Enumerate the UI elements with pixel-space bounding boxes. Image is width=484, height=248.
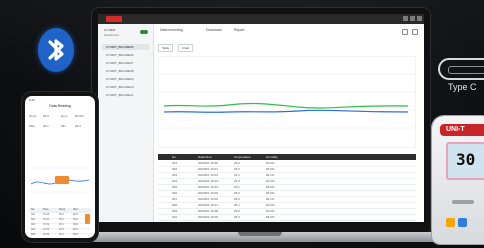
tab-table[interactable]: Table (158, 44, 174, 52)
table-cell: 60.0% (266, 220, 275, 222)
download-button[interactable]: Download (206, 28, 222, 32)
phone-row: Temp 25.0 Hum 60.0% (29, 114, 91, 120)
device-slot (452, 200, 474, 204)
sidebar-item[interactable]: UT330T_BKG04E08 (102, 68, 149, 74)
phone-cell: Max (29, 124, 35, 128)
phone-list-col: Temp (59, 208, 66, 211)
phone-list-col: Time (43, 208, 49, 211)
type-c-connector (438, 58, 484, 80)
phone-list-cell: 15:01 (43, 218, 50, 221)
connection-toggle[interactable] (140, 30, 148, 34)
table-cell: 2023/6/1 15:10 (198, 220, 218, 222)
phone-list-cell: 25.0 (59, 218, 64, 221)
phone-list-cell: 15:00 (43, 213, 50, 216)
sidebar-item[interactable]: UT330T_BKG04E10 (102, 84, 149, 90)
sidebar-subtitle: Dashboard (104, 33, 119, 37)
maximize-icon[interactable] (410, 16, 415, 21)
table-cell: 25.0 (234, 220, 240, 222)
sidebar-item[interactable]: UT330T_BKG04E11 (102, 92, 149, 98)
app-logo (106, 16, 122, 22)
phone-cell: 26.1 (43, 124, 49, 128)
phone: 9:41 Data Reading Temp 25.0 Hum 60.0% Ma… (22, 92, 98, 242)
phone-list-cell: 59% (73, 233, 79, 236)
phone-cell: Min (61, 124, 66, 128)
close-icon[interactable] (417, 16, 422, 21)
bluetooth-icon (48, 39, 64, 61)
phone-cell: 60.0% (75, 114, 84, 118)
phone-list-cell: 002 (31, 218, 36, 221)
toolbar: Data recording Download Report (154, 26, 424, 38)
chart-frame (158, 56, 416, 148)
phone-list-cell: 25.1 (59, 223, 64, 226)
report-button[interactable]: Report (234, 28, 245, 32)
sidebar-item[interactable]: UT330T_BKG04E05 (102, 44, 149, 50)
laptop-display: UT-330T Dashboard UT330T_BKG04E05 UT330T… (98, 14, 424, 222)
phone-row: Max 26.1 Min 24.3 (29, 124, 91, 130)
expand-icon[interactable] (412, 29, 418, 35)
line-chart (158, 56, 416, 148)
phone-list-cell: 005 (31, 233, 36, 236)
minimize-icon[interactable] (403, 16, 408, 21)
phone-list-cell: 004 (31, 228, 36, 231)
sidebar-item[interactable]: UT330T_BKG04E07 (102, 60, 149, 66)
app-titlebar (98, 14, 424, 24)
phone-list-cell: 60% (73, 213, 79, 216)
phone-list-cell: 15:03 (43, 228, 50, 231)
data-recording-button[interactable]: Data recording (160, 28, 183, 32)
phone-list-cell: 003 (31, 223, 36, 226)
phone-list-cell: 25.0 (59, 213, 64, 216)
laptop: UT-330T Dashboard UT330T_BKG04E05 UT330T… (92, 8, 430, 234)
phone-cell: 24.3 (75, 124, 81, 128)
phone-list-cell: 60% (73, 228, 79, 231)
phone-title: Data Reading (49, 104, 71, 108)
table-row[interactable]: 011 2023/6/1 15:10 25.0 60.0% (158, 220, 416, 222)
sidebar-item[interactable]: UT330T_BKG04E06 (102, 52, 149, 58)
tab-chart[interactable]: Chart (178, 44, 194, 52)
phone-list-cell: 25.1 (59, 233, 64, 236)
laptop-notch (238, 232, 282, 236)
phone-scroll-indicator[interactable] (85, 214, 90, 224)
table-cell: 011 (172, 220, 177, 222)
phone-cell: Hum (61, 114, 68, 118)
sidebar-item[interactable]: UT330T_BKG04E09 (102, 76, 149, 82)
phone-list-cell: 60% (73, 223, 79, 226)
phone-list-cell: 001 (31, 213, 36, 216)
phone-cell: 25.0 (43, 114, 49, 118)
phone-status-time: 9:41 (29, 98, 35, 102)
phone-highlight-badge (55, 176, 69, 184)
settings-icon[interactable] (402, 29, 408, 35)
phone-list-col: Hum (73, 208, 79, 211)
phone-cell: Temp (29, 114, 37, 118)
sidebar: UT-330T Dashboard UT330T_BKG04E05 UT330T… (98, 24, 154, 222)
device-button-blue[interactable] (458, 218, 467, 227)
device-brand: UNI-T (446, 126, 465, 133)
bluetooth-badge (38, 28, 74, 72)
phone-list-cell: 15:04 (43, 233, 50, 236)
device-reading: 30 (456, 150, 476, 169)
phone-screen: 9:41 Data Reading Temp 25.0 Hum 60.0% Ma… (25, 96, 95, 238)
phone-list-cell: 15:02 (43, 223, 50, 226)
type-c-port (448, 66, 484, 74)
sidebar-title: UT-330T (104, 28, 116, 32)
type-c-label: Type C (448, 82, 477, 92)
phone-list-col: No. (31, 208, 35, 211)
phone-list-row[interactable]: 005 15:04 25.1 59% (29, 233, 91, 238)
phone-list-cell: 25.0 (59, 228, 64, 231)
phone-list-cell: 60% (73, 218, 79, 221)
device-button-yellow[interactable] (446, 218, 455, 227)
